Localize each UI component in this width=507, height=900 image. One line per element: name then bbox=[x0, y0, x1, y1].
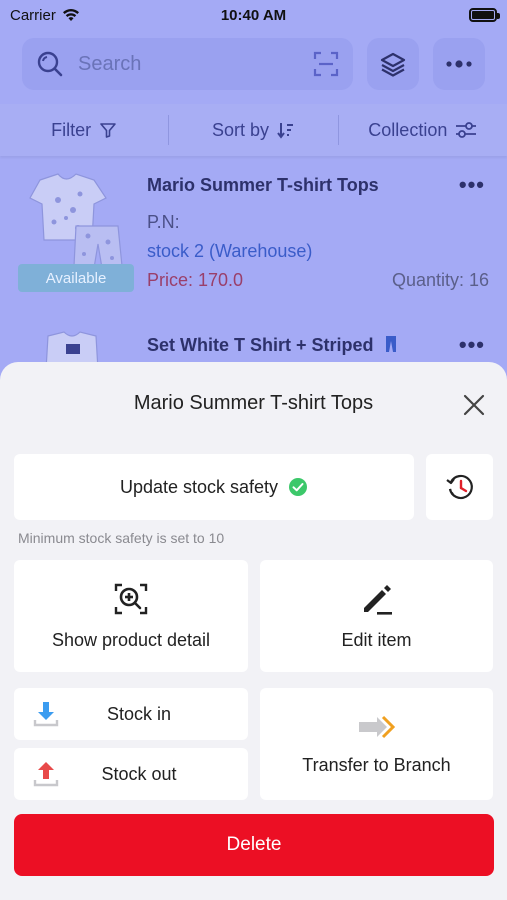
sort-button[interactable]: Sort by bbox=[169, 120, 337, 141]
collection-button[interactable]: Collection bbox=[339, 120, 507, 141]
status-left: Carrier bbox=[10, 7, 80, 24]
stock-safety-hint: Minimum stock safety is set to 10 bbox=[18, 530, 225, 546]
product-title: Set White T Shirt + Striped bbox=[147, 335, 397, 356]
wifi-icon bbox=[62, 9, 79, 21]
close-icon[interactable] bbox=[461, 392, 487, 418]
funnel-icon bbox=[100, 123, 116, 138]
more-icon bbox=[446, 60, 472, 68]
update-stock-safety-label: Update stock safety bbox=[119, 476, 279, 497]
upload-icon bbox=[33, 762, 59, 787]
show-product-detail-button[interactable]: Show product detail bbox=[14, 560, 248, 672]
transfer-to-branch-label: Transfer to Branch bbox=[302, 754, 451, 775]
layers-icon bbox=[380, 52, 406, 77]
sliders-icon bbox=[456, 122, 477, 138]
status-bar: Carrier 10:40 AM bbox=[0, 0, 507, 30]
top-bar: Search bbox=[22, 36, 485, 92]
pants-icon bbox=[385, 336, 396, 352]
transfer-arrow-icon bbox=[358, 715, 395, 738]
stock-in-label: Stock in bbox=[106, 703, 172, 724]
check-circle-icon bbox=[289, 478, 308, 496]
sort-label: Sort by bbox=[211, 119, 269, 140]
sort-icon bbox=[277, 123, 293, 139]
update-stock-safety-button[interactable]: Update stock safety bbox=[14, 454, 414, 520]
part-number: P.N: bbox=[147, 212, 180, 232]
sheet-title: Mario Summer T-shirt Tops bbox=[133, 392, 374, 414]
status-badge: Available bbox=[18, 264, 134, 292]
layers-button[interactable] bbox=[367, 38, 419, 90]
more-options-button[interactable] bbox=[433, 38, 485, 90]
product-title: Mario Summer T-shirt Tops bbox=[147, 175, 379, 195]
filter-label: Filter bbox=[51, 119, 92, 140]
list-item[interactable]: Set White T Shirt + Striped ••• bbox=[0, 330, 507, 362]
carrier-label: Carrier bbox=[10, 6, 56, 24]
edit-item-button[interactable]: Edit item bbox=[260, 560, 493, 672]
battery-icon bbox=[469, 8, 500, 22]
price: Price: 170.0 bbox=[147, 270, 244, 290]
search-input[interactable]: Search bbox=[22, 38, 353, 90]
stock-out-label: Stock out bbox=[101, 763, 177, 784]
search-placeholder: Search bbox=[78, 52, 142, 75]
search-icon bbox=[37, 51, 63, 77]
stock-location: stock 2 (Warehouse) bbox=[147, 241, 313, 261]
edit-item-label: Edit item bbox=[341, 629, 412, 650]
show-product-detail-label: Show product detail bbox=[51, 629, 211, 650]
transfer-to-branch-button[interactable]: Transfer to Branch bbox=[260, 688, 493, 800]
history-icon bbox=[445, 474, 473, 500]
filter-row: Filter Sort by Collection bbox=[0, 104, 507, 156]
product-title-text: Set White T Shirt + Striped bbox=[147, 335, 374, 355]
more-icon[interactable]: ••• bbox=[459, 332, 485, 358]
collection-label: Collection bbox=[368, 119, 448, 140]
scan-icon[interactable] bbox=[313, 51, 339, 77]
product-image bbox=[45, 331, 99, 362]
quantity: Quantity: 16 bbox=[391, 270, 489, 290]
more-icon[interactable]: ••• bbox=[459, 172, 485, 198]
stock-in-button[interactable]: Stock in bbox=[14, 688, 248, 740]
stock-out-button[interactable]: Stock out bbox=[14, 748, 248, 800]
download-icon bbox=[33, 702, 59, 727]
zoom-in-icon bbox=[114, 583, 148, 614]
edit-icon bbox=[363, 584, 392, 615]
filter-button[interactable]: Filter bbox=[0, 120, 168, 141]
history-button[interactable] bbox=[426, 454, 493, 520]
list-item[interactable]: Available Mario Summer T-shirt Tops ••• … bbox=[0, 170, 507, 320]
delete-button[interactable]: Delete bbox=[14, 814, 494, 876]
action-sheet: Mario Summer T-shirt Tops Update stock s… bbox=[0, 362, 507, 900]
